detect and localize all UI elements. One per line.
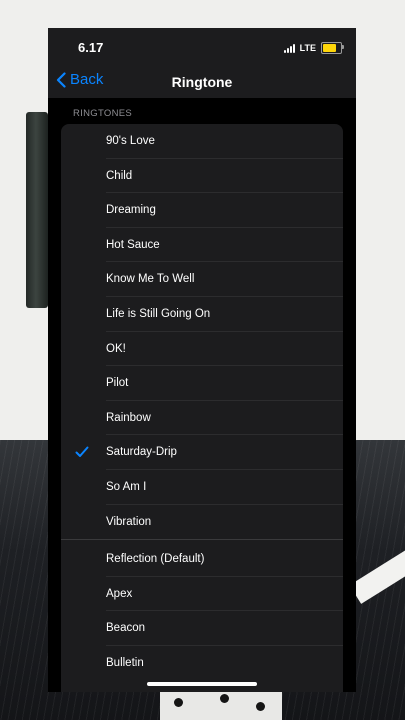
- shirt-dot: [220, 694, 229, 703]
- ringtone-row[interactable]: Pilot: [61, 366, 343, 401]
- ringtone-row[interactable]: Beacon: [61, 611, 343, 646]
- ringtone-label: Apex: [106, 587, 133, 600]
- ringtone-row[interactable]: OK!: [61, 332, 343, 367]
- ringtone-group: 90's Love Child Dreaming Hot Sauce Know Me T…: [61, 124, 343, 692]
- navigation-bar: Back Ringtone: [48, 68, 356, 98]
- ringtone-row[interactable]: Vibration: [61, 505, 343, 540]
- home-indicator[interactable]: [147, 682, 257, 686]
- ringtone-label: Child: [106, 169, 133, 182]
- ringtone-row[interactable]: Bulletin: [61, 646, 343, 681]
- signal-icon: [283, 43, 295, 53]
- ringtone-row[interactable]: Reflection (Default): [61, 542, 343, 577]
- phone-screen: 6.17 LTE Back Ringtone RINGTONES 90's Lo…: [48, 28, 356, 692]
- shirt-dot: [256, 702, 265, 711]
- ringtone-label: So Am I: [106, 480, 147, 493]
- section-header: RINGTONES: [73, 108, 133, 119]
- ringtone-label: Hot Sauce: [106, 238, 160, 251]
- ringtone-label: Vibration: [106, 515, 152, 528]
- status-indicators: LTE: [283, 42, 344, 54]
- ringtone-label: Dreaming: [106, 204, 156, 217]
- ringtone-label: Beacon: [106, 622, 146, 635]
- system-ringtone-list: Reflection (Default) Apex Beacon Bulletin: [61, 542, 343, 680]
- ringtone-row[interactable]: Child: [61, 159, 343, 194]
- checkmark-icon: [75, 446, 89, 458]
- ringtone-row[interactable]: 90's Love: [61, 124, 343, 159]
- ringtone-row[interactable]: Life is Still Going On: [61, 297, 343, 332]
- status-time: 6.17: [78, 40, 104, 55]
- network-type: LTE: [299, 43, 316, 53]
- page-title: Ringtone: [171, 74, 233, 90]
- ringtone-row[interactable]: Know Me To Well: [61, 262, 343, 297]
- ringtone-label: Pilot: [106, 377, 129, 390]
- ringtone-row[interactable]: Saturday-Drip: [61, 435, 343, 470]
- ringtone-list-area: RINGTONES 90's Love Child Dreaming Hot Sauc…: [48, 98, 356, 692]
- ringtone-row[interactable]: Rainbow: [61, 401, 343, 436]
- background-shirt: [160, 690, 282, 720]
- status-bar: 6.17 LTE: [48, 28, 356, 68]
- shirt-dot: [174, 698, 183, 707]
- ringtone-row[interactable]: So Am I: [61, 470, 343, 505]
- battery-icon: [321, 42, 344, 54]
- ringtone-label: Reflection (Default): [106, 553, 205, 566]
- ringtone-list: 90's Love Child Dreaming Hot Sauce Know Me T…: [61, 124, 343, 539]
- ringtone-label: Know Me To Well: [106, 273, 195, 286]
- ringtone-label: Rainbow: [106, 411, 151, 424]
- ringtone-row[interactable]: Hot Sauce: [61, 228, 343, 263]
- ringtone-label: OK!: [106, 342, 126, 355]
- ringtone-row[interactable]: Dreaming: [61, 193, 343, 228]
- ringtone-label: 90's Love: [106, 135, 155, 147]
- ringtone-label: Bulletin: [106, 656, 144, 669]
- ringtone-label: Saturday-Drip: [106, 446, 177, 459]
- ringtone-row[interactable]: Apex: [61, 577, 343, 612]
- ringtone-label: Life is Still Going On: [106, 307, 211, 320]
- background-pole: [26, 112, 48, 308]
